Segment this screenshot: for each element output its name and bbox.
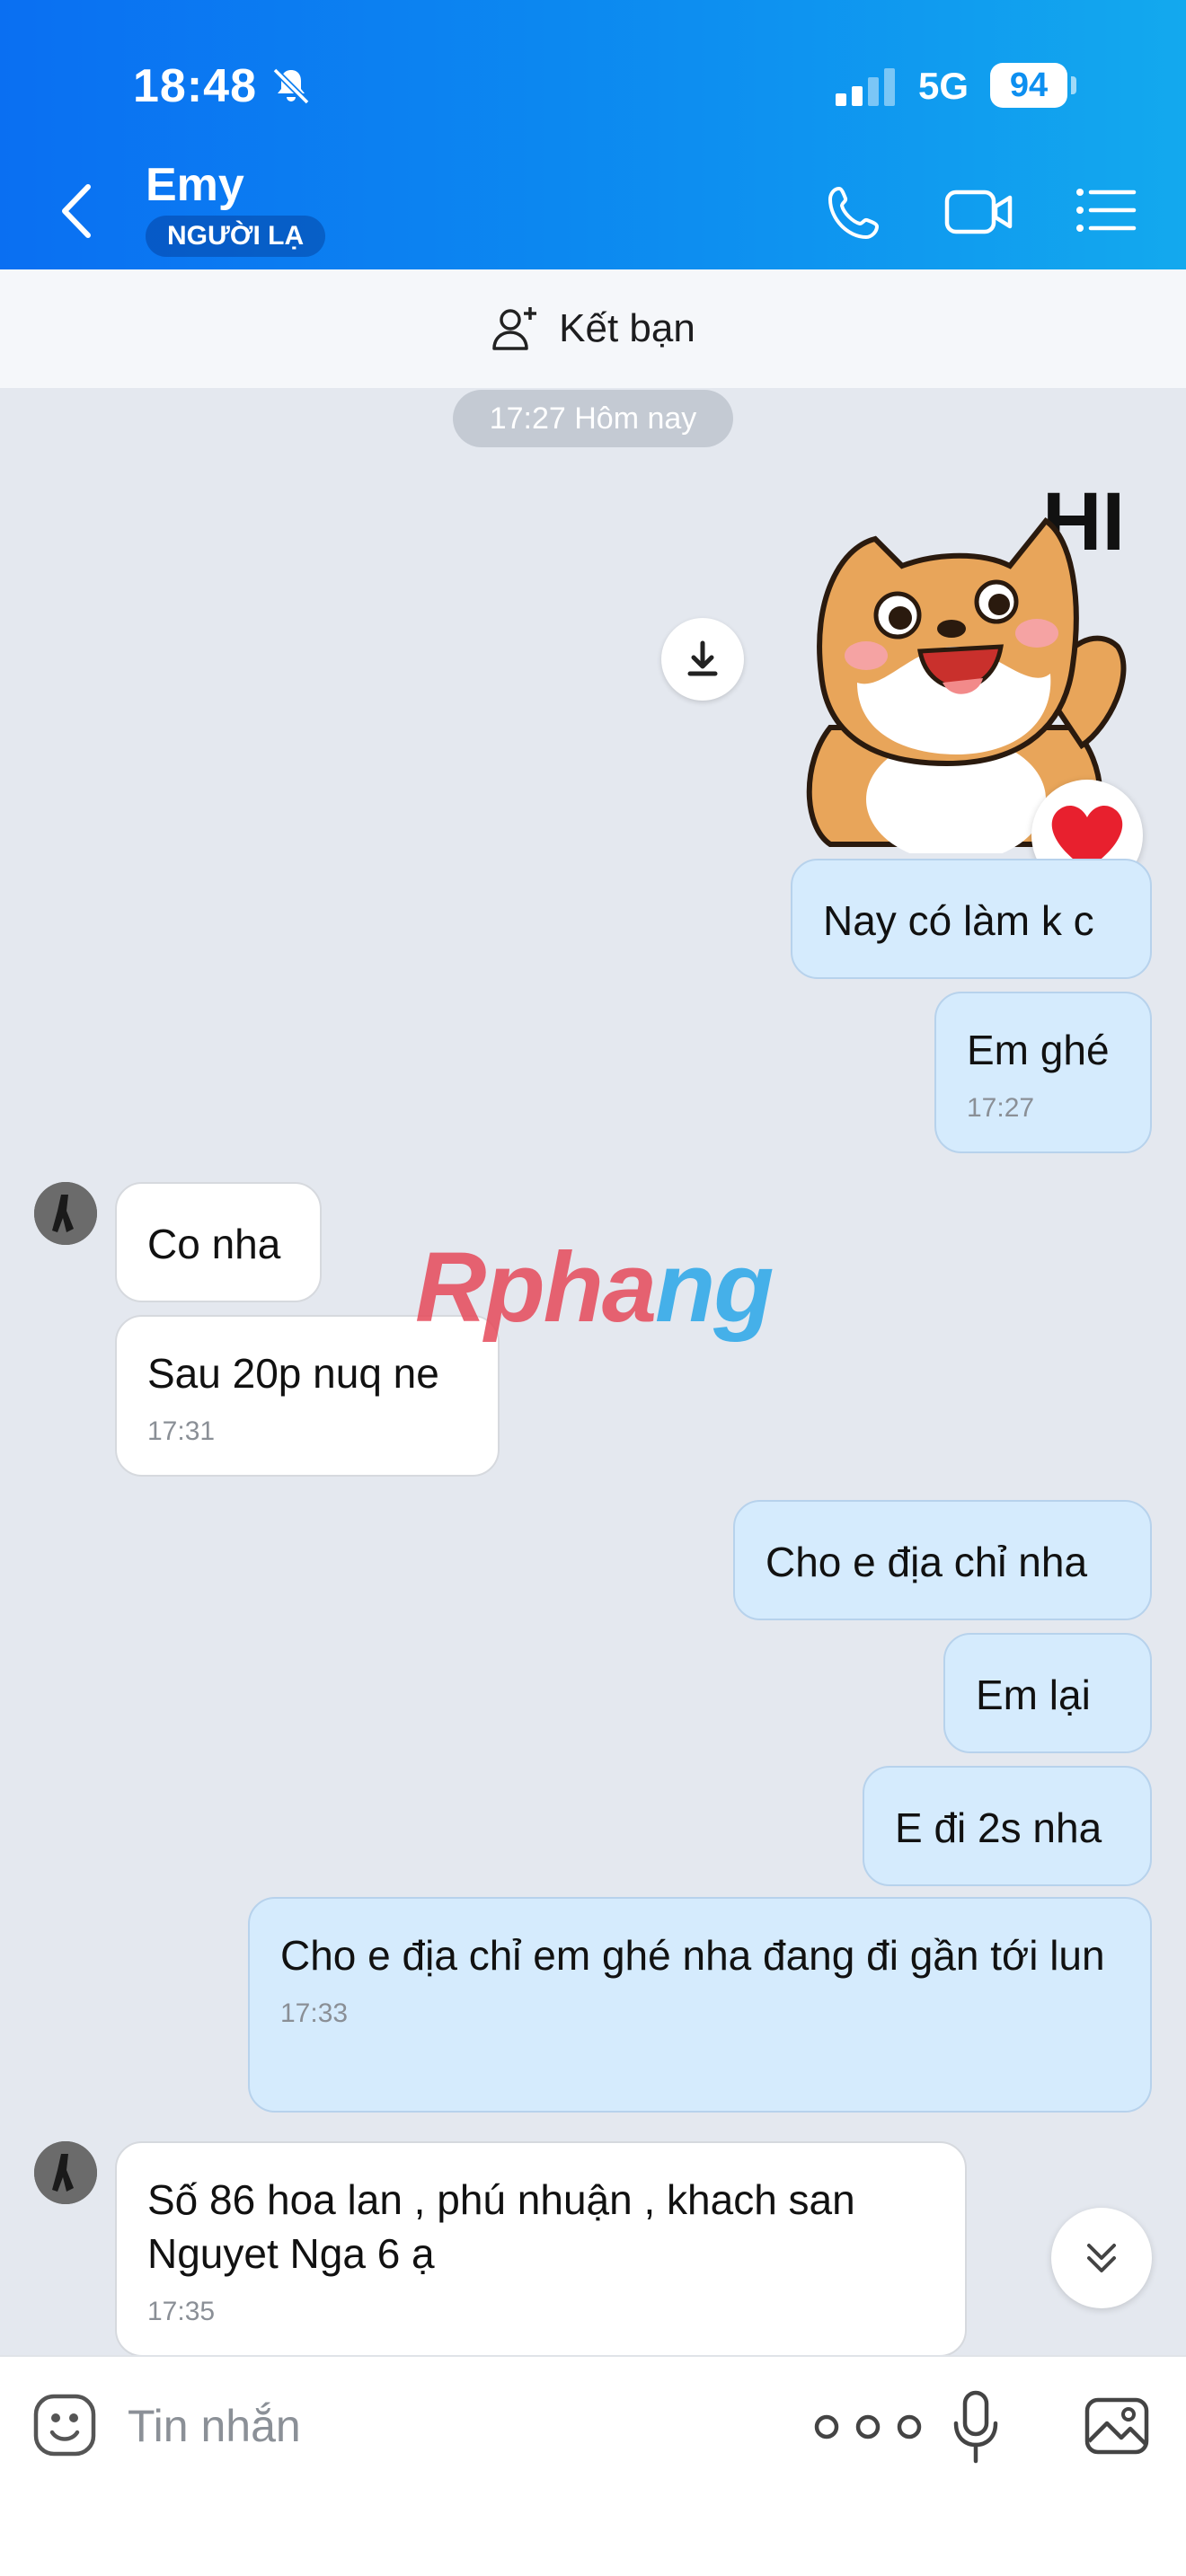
add-friend-button[interactable]: Kết bạn [0,269,1186,388]
message-time: 17:31 [147,1416,216,1446]
watermark-logo: Rphang [415,1232,774,1343]
status-time: 18:48 [133,60,257,112]
message-bubble-incoming[interactable]: Co nha [115,1182,322,1302]
scroll-to-bottom-button[interactable] [1051,2208,1152,2308]
phone-icon[interactable] [825,183,884,243]
battery-tip [1071,76,1076,94]
download-button[interactable] [661,618,744,701]
message-time: 17:33 [280,1998,349,2028]
chevron-left-icon[interactable] [54,180,99,243]
signal-icon [836,68,895,106]
contact-name[interactable]: Emy [146,158,244,212]
message-bubble-outgoing[interactable]: Cho e địa chỉ em ghé nha đang đi gần tới… [248,1897,1152,2113]
more-icon[interactable] [809,2411,927,2443]
avatar[interactable] [34,1182,97,1245]
add-friend-label: Kết bạn [559,306,695,350]
download-icon [687,640,718,676]
bell-muted-icon [272,67,310,105]
message-time: 17:35 [147,2296,216,2326]
chevron-double-down-icon [1087,2244,1116,2272]
add-user-icon [492,307,537,350]
list-menu-icon[interactable] [1075,185,1137,235]
network-label: 5G [918,65,969,107]
message-bubble-outgoing[interactable]: E đi 2s nha [863,1766,1152,1886]
message-bubble-incoming[interactable]: Số 86 hoa lan , phú nhuận , khach san Ng… [115,2141,967,2357]
date-divider: 17:27 Hôm nay [453,390,733,447]
video-icon[interactable] [943,185,1015,239]
battery-indicator: 94 [990,63,1067,108]
avatar[interactable] [34,2141,97,2204]
message-input-bar [0,2355,1186,2576]
message-bubble-outgoing[interactable]: Em ghé 17:27 [934,992,1152,1153]
message-bubble-outgoing[interactable]: Nay có làm k c [791,859,1152,979]
message-input[interactable] [126,2396,755,2456]
message-time: 17:27 [967,1092,1035,1123]
emoji-icon[interactable] [32,2393,97,2457]
message-bubble-outgoing[interactable]: Em lại [943,1633,1152,1753]
image-icon[interactable] [1084,2396,1150,2456]
chat-header: 18:48 5G 94 Emy NGƯỜI LẠ [0,0,1186,269]
message-bubble-outgoing[interactable]: Cho e địa chỉ nha [733,1500,1152,1620]
stranger-badge: NGƯỜI LẠ [146,216,326,257]
mic-icon[interactable] [951,2389,1001,2465]
